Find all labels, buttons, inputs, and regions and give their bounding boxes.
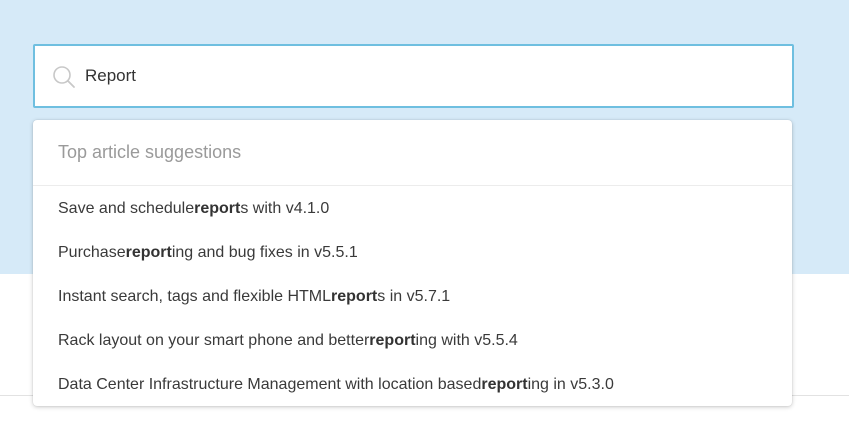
- suggestion-text-after: s in v5.7.1: [377, 288, 451, 305]
- search-box[interactable]: [33, 44, 794, 108]
- suggestion-text-after: ing with v5.5.4: [415, 332, 518, 349]
- suggestion-text-after: s with v4.1.0: [240, 200, 330, 217]
- suggestion-list: Save and schedule report s with v4.1.0 Pu…: [33, 186, 792, 406]
- suggestion-match: report: [481, 376, 528, 393]
- search-icon: [51, 64, 77, 90]
- suggestion-match: report: [125, 244, 172, 261]
- suggestion-text-before: Instant search, tags and flexible HTML: [58, 288, 332, 305]
- suggestion-match: report: [369, 332, 416, 349]
- suggestion-match: report: [194, 200, 241, 217]
- suggestion-text-before: Save and schedule: [58, 200, 195, 217]
- suggestion-item[interactable]: Rack layout on your smart phone and bett…: [33, 319, 792, 363]
- dropdown-heading: Top article suggestions: [33, 120, 792, 186]
- suggestion-text-after: ing and bug fixes in v5.5.1: [171, 244, 358, 261]
- suggestion-match: report: [331, 288, 378, 305]
- suggestion-text-before: Data Center Infrastructure Management wi…: [58, 376, 482, 393]
- suggestion-text-before: Purchase: [58, 244, 126, 261]
- suggestion-item[interactable]: Purchase report ing and bug fixes in v5.5…: [33, 231, 792, 275]
- suggestion-item[interactable]: Save and schedule report s with v4.1.0: [33, 187, 792, 231]
- suggestion-item[interactable]: Instant search, tags and flexible HTML r…: [33, 275, 792, 319]
- suggestion-item[interactable]: Data Center Infrastructure Management wi…: [33, 363, 792, 406]
- suggestion-text-after: ing in v5.3.0: [527, 376, 614, 393]
- suggestion-text-before: Rack layout on your smart phone and bett…: [58, 332, 370, 349]
- search-input[interactable]: [85, 46, 775, 106]
- suggestions-dropdown: Top article suggestions Save and schedul…: [33, 120, 792, 406]
